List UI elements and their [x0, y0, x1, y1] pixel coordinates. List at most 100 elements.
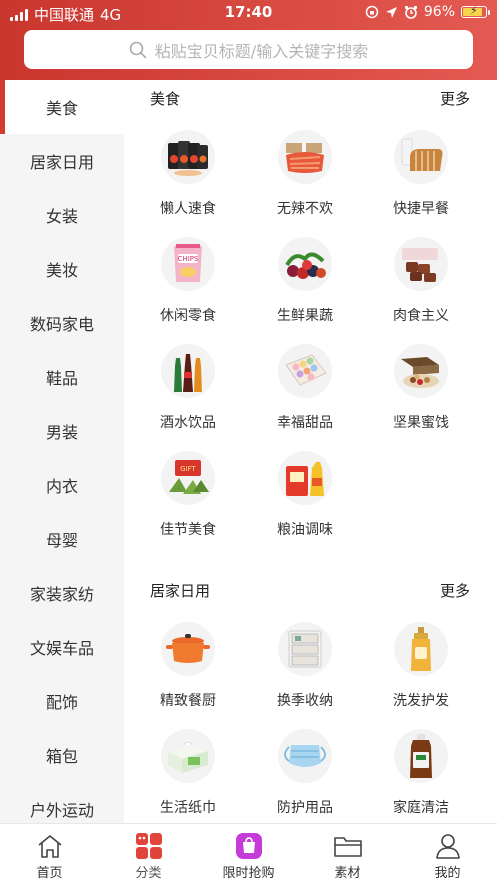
sidebar-item-5[interactable]: 鞋品: [0, 350, 124, 404]
category-tile-label: 换季收纳: [277, 693, 333, 709]
category-tile[interactable]: 快捷早餐: [361, 130, 481, 230]
instant-food-icon: [161, 130, 215, 184]
tab-user[interactable]: 我的: [398, 824, 497, 883]
category-sidebar[interactable]: 美食 居家日用 女装 美妆 数码家电 鞋品 男装 内衣 母婴 家装家纺 文娱车品 配饰 箱包 户外运动: [0, 80, 124, 823]
app-root: 中国联通 4G 17:40 96% ⚡ 粘贴宝贝标题/输入关键字搜索 美食 居家日…: [0, 0, 497, 883]
category-content[interactable]: 美食 更多 懒人速食 无辣不欢 快捷早餐 CHIPS 休闲零食 生鲜果蔬 肉食主义 酒水饮品 幸福甜…: [124, 80, 497, 823]
face-mask-icon: [278, 729, 332, 783]
category-tile-label: 无辣不欢: [277, 201, 333, 217]
tab-home[interactable]: 首页: [0, 824, 99, 883]
tab-flash-sale-bag[interactable]: 限时抢购: [199, 824, 298, 883]
tissue-pack-icon: [161, 729, 215, 783]
sidebar-item-6[interactable]: 男装: [0, 404, 124, 458]
category-tile[interactable]: 粮油调味: [245, 451, 365, 551]
category-tile[interactable]: 洗发护发: [361, 622, 481, 722]
svg-text:CHIPS: CHIPS: [178, 255, 199, 263]
sidebar-item-7[interactable]: 内衣: [0, 458, 124, 512]
zongzi-icon: GIFT: [161, 451, 215, 505]
search-input[interactable]: 粘贴宝贝标题/输入关键字搜索: [24, 30, 473, 69]
category-tile[interactable]: 换季收纳: [245, 622, 365, 722]
category-tile-label: 休闲零食: [160, 308, 216, 324]
header: 中国联通 4G 17:40 96% ⚡ 粘贴宝贝标题/输入关键字搜索: [0, 0, 497, 80]
category-tile-label: 防护用品: [277, 800, 333, 816]
spicy-snack-icon: [278, 130, 332, 184]
sidebar-item-0[interactable]: 美食: [0, 80, 124, 134]
category-tile[interactable]: GIFT 佳节美食: [128, 451, 248, 551]
shampoo-bottle-icon: [394, 622, 448, 676]
category-tile-label: 生鲜果蔬: [277, 308, 333, 324]
disinfectant-icon: [394, 729, 448, 783]
category-tile-label: 酒水饮品: [160, 415, 216, 431]
sidebar-item-12[interactable]: 箱包: [0, 728, 124, 782]
status-right: 96% ⚡: [365, 4, 490, 20]
category-tile[interactable]: 家庭清洁: [361, 729, 481, 823]
sidebar-item-10[interactable]: 文娱车品: [0, 620, 124, 674]
category-tile[interactable]: 坚果蜜饯: [361, 344, 481, 444]
category-tile[interactable]: 精致餐厨: [128, 622, 248, 722]
category-tile-label: 肉食主义: [393, 308, 449, 324]
bread-milk-icon: [394, 130, 448, 184]
svg-text:GIFT: GIFT: [180, 465, 196, 473]
status-bar: 中国联通 4G 17:40 96% ⚡: [0, 0, 497, 26]
category-icon: [134, 832, 164, 860]
category-tile-label: 精致餐厨: [160, 693, 216, 709]
section-header: 居家日用 更多: [150, 578, 470, 602]
section-more-link[interactable]: 更多: [440, 88, 470, 109]
category-tile[interactable]: 防护用品: [245, 729, 365, 823]
category-tile-label: 生活纸巾: [160, 800, 216, 816]
sidebar-item-11[interactable]: 配饰: [0, 674, 124, 728]
bottom-tab-bar: 首页 分类 限时抢购 素材 我的: [0, 823, 497, 883]
fresh-fruit-icon: [278, 237, 332, 291]
section-header: 美食 更多: [150, 86, 470, 110]
category-tile-label: 快捷早餐: [393, 201, 449, 217]
tab-label: 我的: [434, 866, 461, 881]
snack-bag-icon: CHIPS: [161, 237, 215, 291]
search-icon: [129, 41, 147, 58]
flash-sale-bag-icon: [234, 832, 264, 860]
sidebar-item-4[interactable]: 数码家电: [0, 296, 124, 350]
category-tile[interactable]: 酒水饮品: [128, 344, 248, 444]
tab-label: 素材: [334, 866, 361, 881]
section-title: 美食: [150, 89, 181, 108]
tab-label: 首页: [36, 866, 63, 881]
category-tile-label: 粮油调味: [277, 522, 333, 538]
drink-bottles-icon: [161, 344, 215, 398]
cook-pot-icon: [161, 622, 215, 676]
sidebar-item-8[interactable]: 母婴: [0, 512, 124, 566]
rice-oil-icon: [278, 451, 332, 505]
section-title: 居家日用: [150, 581, 211, 600]
category-tile[interactable]: 幸福甜品: [245, 344, 365, 444]
battery-icon: ⚡: [461, 4, 490, 18]
battery-percent: 96%: [423, 4, 455, 20]
sidebar-item-3[interactable]: 美妆: [0, 242, 124, 296]
tab-label: 分类: [135, 866, 162, 881]
tab-category[interactable]: 分类: [99, 824, 198, 883]
category-tile-label: 懒人速食: [160, 201, 216, 217]
tab-label: 限时抢购: [222, 866, 275, 881]
nuts-box-icon: [394, 344, 448, 398]
macaron-box-icon: [278, 344, 332, 398]
category-tile[interactable]: 懒人速食: [128, 130, 248, 230]
sidebar-item-1[interactable]: 居家日用: [0, 134, 124, 188]
category-tile[interactable]: 肉食主义: [361, 237, 481, 337]
category-tile-label: 佳节美食: [160, 522, 216, 538]
sidebar-item-2[interactable]: 女装: [0, 188, 124, 242]
tab-folder[interactable]: 素材: [298, 824, 397, 883]
sidebar-item-13[interactable]: 户外运动: [0, 782, 124, 823]
alarm-icon: [404, 5, 417, 19]
section-more-link[interactable]: 更多: [440, 580, 470, 601]
meat-icon: [394, 237, 448, 291]
rotation-lock-icon: [365, 5, 379, 19]
user-icon: [433, 832, 463, 860]
category-tile[interactable]: 无辣不欢: [245, 130, 365, 230]
search-placeholder: 粘贴宝贝标题/输入关键字搜索: [154, 41, 369, 61]
location-arrow-icon: [385, 6, 397, 18]
category-tile-label: 家庭清洁: [393, 800, 449, 816]
storage-drawer-icon: [278, 622, 332, 676]
category-tile[interactable]: 生活纸巾: [128, 729, 248, 823]
category-tile[interactable]: CHIPS 休闲零食: [128, 237, 248, 337]
folder-icon: [333, 832, 363, 860]
category-tile[interactable]: 生鲜果蔬: [245, 237, 365, 337]
home-icon: [35, 832, 65, 860]
sidebar-item-9[interactable]: 家装家纺: [0, 566, 124, 620]
